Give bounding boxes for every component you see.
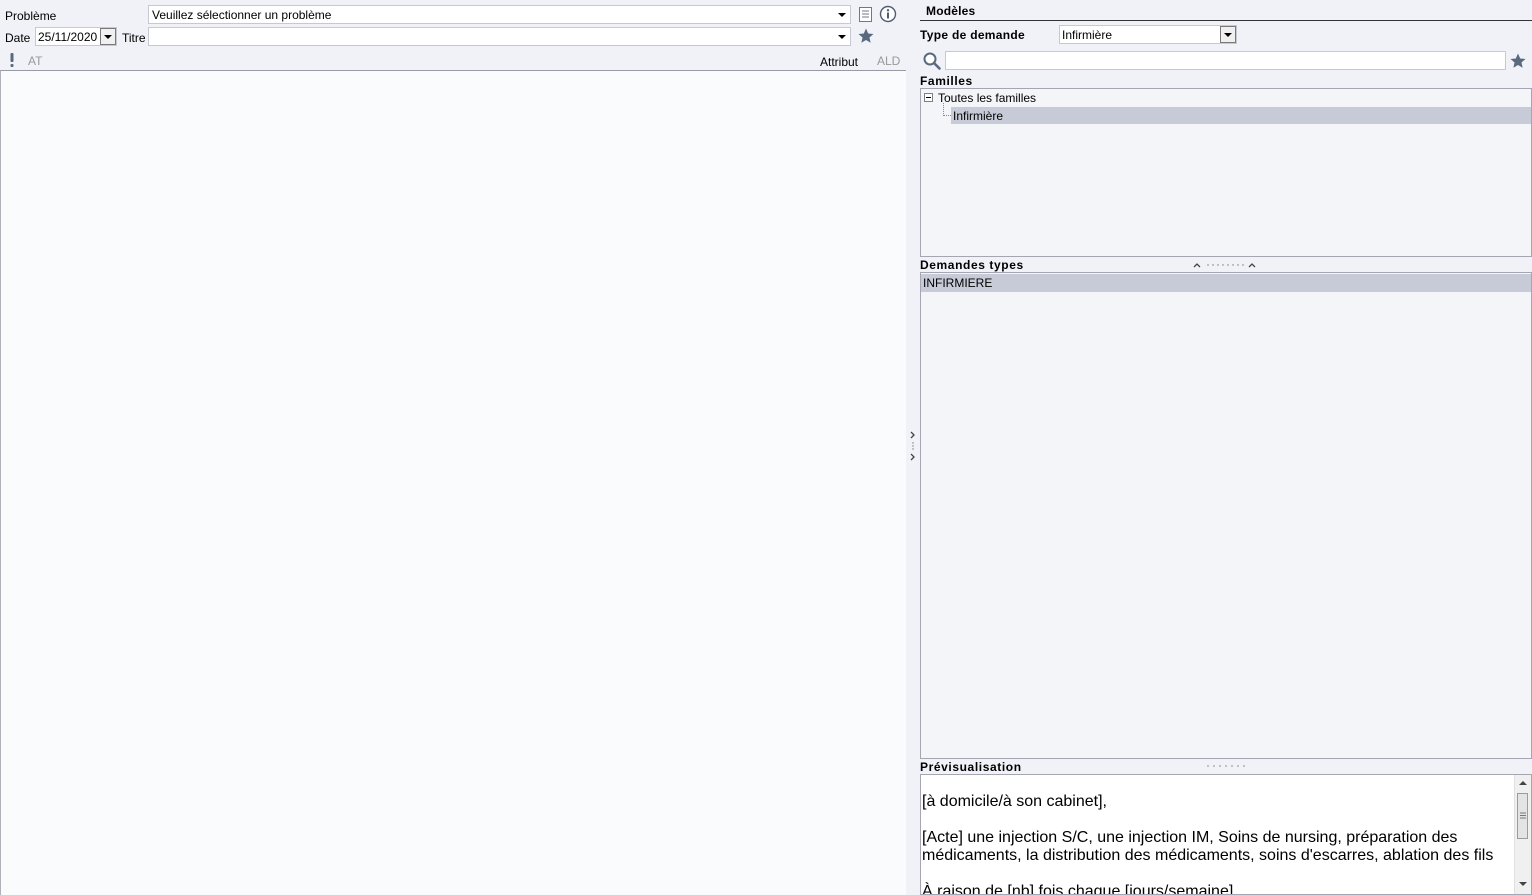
exclamation-icon[interactable] bbox=[8, 52, 16, 68]
preview-line: [à domicile/à son cabinet], bbox=[922, 793, 1107, 810]
familles-tree: Toutes les familles Infirmière bbox=[920, 88, 1532, 257]
preview-line: [Acte] une injection S/C, une injection … bbox=[922, 829, 1458, 846]
collapse-minus-icon[interactable] bbox=[924, 93, 934, 103]
star-icon[interactable] bbox=[857, 27, 875, 45]
splitter-dots-icon[interactable] bbox=[1205, 763, 1249, 769]
date-value: 25/11/2020 bbox=[38, 30, 98, 44]
modeles-title: Modèles bbox=[926, 4, 976, 18]
titre-select[interactable] bbox=[148, 27, 851, 46]
splitter-handle-icon[interactable] bbox=[1192, 260, 1258, 270]
collapse-right-icon[interactable] bbox=[908, 430, 918, 464]
scroll-down-icon[interactable] bbox=[1519, 881, 1527, 887]
titre-label: Titre bbox=[122, 31, 146, 45]
search-icon bbox=[923, 52, 941, 70]
preview-text: [à domicile/à son cabinet], [Acte] une i… bbox=[922, 793, 1517, 895]
probleme-value: Veuillez sélectionner un problème bbox=[152, 8, 332, 22]
preview-title: Prévisualisation bbox=[920, 760, 1022, 774]
type-demande-select[interactable]: Infirmière bbox=[1059, 25, 1237, 44]
scroll-thumb[interactable] bbox=[1517, 793, 1528, 839]
info-icon[interactable] bbox=[879, 5, 897, 23]
editor-area[interactable] bbox=[0, 70, 906, 895]
chevron-down-icon bbox=[838, 13, 846, 17]
tree-child-item: Infirmière bbox=[953, 109, 1004, 123]
calendar-dropdown-button[interactable] bbox=[100, 28, 116, 45]
demandes-item-label: INFIRMIERE bbox=[923, 276, 993, 290]
date-picker[interactable]: 25/11/2020 bbox=[35, 27, 117, 46]
preview-pane[interactable]: [à domicile/à son cabinet], [Acte] une i… bbox=[920, 774, 1532, 895]
preview-scrollbar[interactable] bbox=[1514, 775, 1531, 894]
familles-title: Familles bbox=[920, 74, 973, 88]
ald-flag[interactable]: ALD bbox=[877, 54, 900, 68]
chevron-down-icon[interactable] bbox=[1220, 26, 1236, 43]
tree-child-row[interactable]: Infirmière bbox=[951, 107, 1531, 124]
tree-root-item[interactable]: Toutes les familles bbox=[938, 91, 1036, 105]
preview-line: À raison de [nb] fois chaque [jours/sema… bbox=[922, 883, 1234, 895]
chevron-down-icon bbox=[838, 35, 846, 39]
demandes-list-item[interactable]: INFIRMIERE bbox=[921, 274, 1531, 292]
type-demande-label: Type de demande bbox=[920, 28, 1025, 42]
type-demande-value: Infirmière bbox=[1062, 28, 1113, 42]
preview-line: médicaments, la distribution des médicam… bbox=[922, 847, 1494, 864]
star-icon[interactable] bbox=[1509, 52, 1527, 70]
search-input[interactable] bbox=[945, 51, 1506, 70]
grip-icon bbox=[1520, 812, 1526, 819]
modeles-divider bbox=[920, 20, 1532, 21]
vertical-splitter[interactable] bbox=[906, 0, 920, 895]
demandes-list: INFIRMIERE bbox=[920, 272, 1532, 759]
attribut-flag[interactable]: Attribut bbox=[820, 55, 858, 69]
probleme-select[interactable]: Veuillez sélectionner un problème bbox=[148, 5, 851, 24]
demandes-title: Demandes types bbox=[920, 258, 1024, 272]
at-flag[interactable]: AT bbox=[28, 54, 42, 68]
document-icon[interactable] bbox=[858, 6, 874, 23]
probleme-label: Problème bbox=[5, 9, 57, 23]
date-label: Date bbox=[5, 31, 31, 45]
tree-line bbox=[943, 115, 951, 117]
scroll-up-icon[interactable] bbox=[1519, 780, 1527, 786]
